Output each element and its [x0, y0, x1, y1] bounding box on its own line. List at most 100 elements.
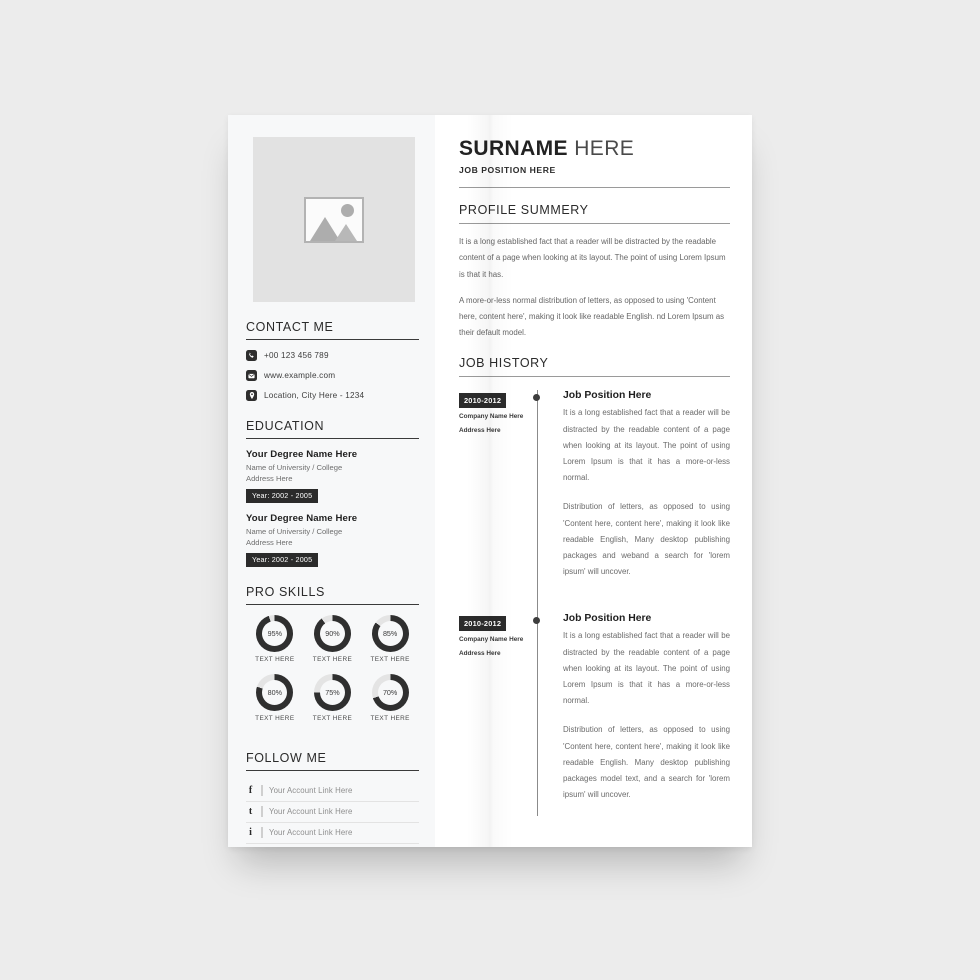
job-meta: 2010-2012 Company Name Here Address Here [459, 613, 537, 816]
skill-donut: 80% [256, 674, 294, 712]
follow-divider [246, 770, 419, 772]
job-paragraph: Distribution of letters, as opposed to u… [563, 725, 730, 800]
job-entry: 2010-2012 Company Name Here Address Here… [459, 390, 730, 593]
screenshot-canvas: CONTACT ME +00 123 456 789 www.example.c… [0, 0, 980, 980]
resume-page: CONTACT ME +00 123 456 789 www.example.c… [228, 115, 752, 847]
job-position-subtitle: JOB POSITION HERE [459, 165, 556, 176]
follow-section: FOLLOW ME f Your Account Link Here t You… [246, 751, 419, 845]
education-title: EDUCATION [246, 419, 325, 433]
main-content: SURNAME HERE JOB POSITION HERE PROFILE S… [435, 115, 752, 847]
social-link-twitter[interactable]: t Your Account Link Here [246, 802, 419, 824]
skill-item: 95% TEXT HERE [246, 615, 304, 663]
facebook-icon: f [248, 785, 253, 797]
education-section: EDUCATION Your Degree Name Here Name of … [246, 419, 419, 567]
education-address: Address Here [246, 537, 293, 547]
skill-donut: 90% [313, 615, 351, 653]
education-university: Name of University / College [246, 527, 343, 537]
education-degree: Your Degree Name Here [246, 513, 358, 525]
contact-title: CONTACT ME [246, 320, 334, 334]
education-year-badge: Year: 2002 - 2005 [246, 488, 319, 503]
social-separator [261, 827, 263, 839]
contact-item-location[interactable]: Location, City Here - 1234 [246, 390, 419, 401]
job-details: Job Position Here It is a long establish… [537, 390, 730, 593]
job-address: Address Here [459, 426, 501, 434]
skill-percent: 85% [382, 629, 398, 639]
email-icon [246, 370, 257, 381]
skills-title: PRO SKILLS [246, 585, 325, 600]
skill-percent: 70% [382, 688, 398, 698]
job-company: Company Name Here [459, 413, 524, 421]
social-separator [261, 806, 263, 818]
skill-item: 75% TEXT HERE [304, 674, 362, 722]
follow-title: FOLLOW ME [246, 751, 327, 766]
profile-paragraph: It is a long established fact that a rea… [459, 237, 726, 279]
contact-divider [246, 339, 419, 340]
job-history-timeline: 2010-2012 Company Name Here Address Here… [459, 390, 730, 817]
skill-percent: 75% [325, 688, 340, 698]
skill-donut: 85% [371, 615, 409, 653]
skill-item: 70% TEXT HERE [361, 674, 419, 722]
social-link-text: Your Account Link Here [269, 786, 353, 796]
skill-percent: 95% [267, 629, 283, 639]
surname-light: HERE [574, 137, 635, 160]
sidebar: CONTACT ME +00 123 456 789 www.example.c… [228, 115, 435, 847]
contact-section: CONTACT ME +00 123 456 789 www.example.c… [246, 320, 419, 401]
job-position-title: Job Position Here [563, 613, 652, 625]
profile-summary-divider [459, 223, 730, 225]
skills-grid: 95% TEXT HERE 90% TEXT HERE 85% TEXT HER… [246, 615, 419, 733]
twitter-icon: t [248, 806, 253, 818]
job-date-badge: 2010-2012 [459, 616, 507, 632]
skill-item: 80% TEXT HERE [246, 674, 304, 722]
job-history-divider [459, 376, 730, 378]
skill-donut: 70% [371, 674, 409, 712]
education-address: Address Here [246, 473, 293, 483]
education-degree: Your Degree Name Here [246, 449, 358, 460]
page-title: SURNAME HERE [459, 137, 730, 160]
skill-percent: 90% [325, 629, 340, 639]
skills-section: PRO SKILLS 95% TEXT HERE 90% TEXT HERE 8… [246, 585, 419, 733]
education-item: Your Degree Name Here Name of University… [246, 449, 419, 503]
job-meta: 2010-2012 Company Name Here Address Here [459, 390, 537, 593]
job-address: Address Here [459, 649, 501, 657]
surname-bold: SURNAME [459, 137, 568, 160]
skill-caption: TEXT HERE [370, 715, 410, 723]
skill-caption: TEXT HERE [370, 656, 410, 664]
job-history-title: JOB HISTORY [459, 356, 549, 371]
social-separator [261, 785, 263, 797]
education-item: Your Degree Name Here Name of University… [246, 513, 419, 567]
job-paragraph: Distribution of letters, as opposed to u… [563, 502, 730, 577]
contact-website-text: www.example.com [264, 371, 336, 380]
skill-percent: 80% [267, 688, 283, 698]
instagram-icon: i [249, 827, 252, 839]
skill-caption: TEXT HERE [255, 656, 295, 664]
profile-summary-title: PROFILE SUMMERY [459, 203, 589, 218]
social-link-facebook[interactable]: f Your Account Link Here [246, 781, 419, 803]
skill-donut: 75% [313, 674, 351, 712]
contact-phone-text: +00 123 456 789 [264, 351, 329, 360]
education-university: Name of University / College [246, 463, 343, 472]
social-link-text: Your Account Link Here [269, 807, 353, 817]
job-entry: 2010-2012 Company Name Here Address Here… [459, 613, 730, 816]
profile-photo-placeholder[interactable] [253, 137, 415, 302]
education-divider [246, 438, 419, 439]
phone-icon [246, 350, 257, 361]
contact-item-website[interactable]: www.example.com [246, 370, 419, 381]
location-pin-icon [246, 390, 257, 401]
education-year-badge: Year: 2002 - 2005 [246, 552, 319, 567]
job-paragraph: It is a long established fact that a rea… [563, 408, 730, 483]
contact-item-phone[interactable]: +00 123 456 789 [246, 350, 419, 361]
skill-caption: TEXT HERE [312, 715, 353, 723]
skill-caption: TEXT HERE [312, 656, 353, 664]
job-company: Company Name Here [459, 636, 524, 644]
image-placeholder-icon [304, 196, 364, 243]
skills-divider [246, 604, 419, 606]
contact-location-text: Location, City Here - 1234 [264, 391, 365, 400]
social-link-instagram[interactable]: i Your Account Link Here [246, 823, 419, 845]
job-details: Job Position Here It is a long establish… [537, 613, 730, 816]
social-link-text: Your Account Link Here [269, 828, 353, 838]
job-paragraph: It is a long established fact that a rea… [563, 631, 730, 706]
header-divider [459, 187, 730, 189]
job-date-badge: 2010-2012 [459, 393, 507, 409]
skill-item: 85% TEXT HERE [361, 615, 419, 663]
profile-paragraph: A more-or-less normal distribution of le… [459, 295, 725, 338]
